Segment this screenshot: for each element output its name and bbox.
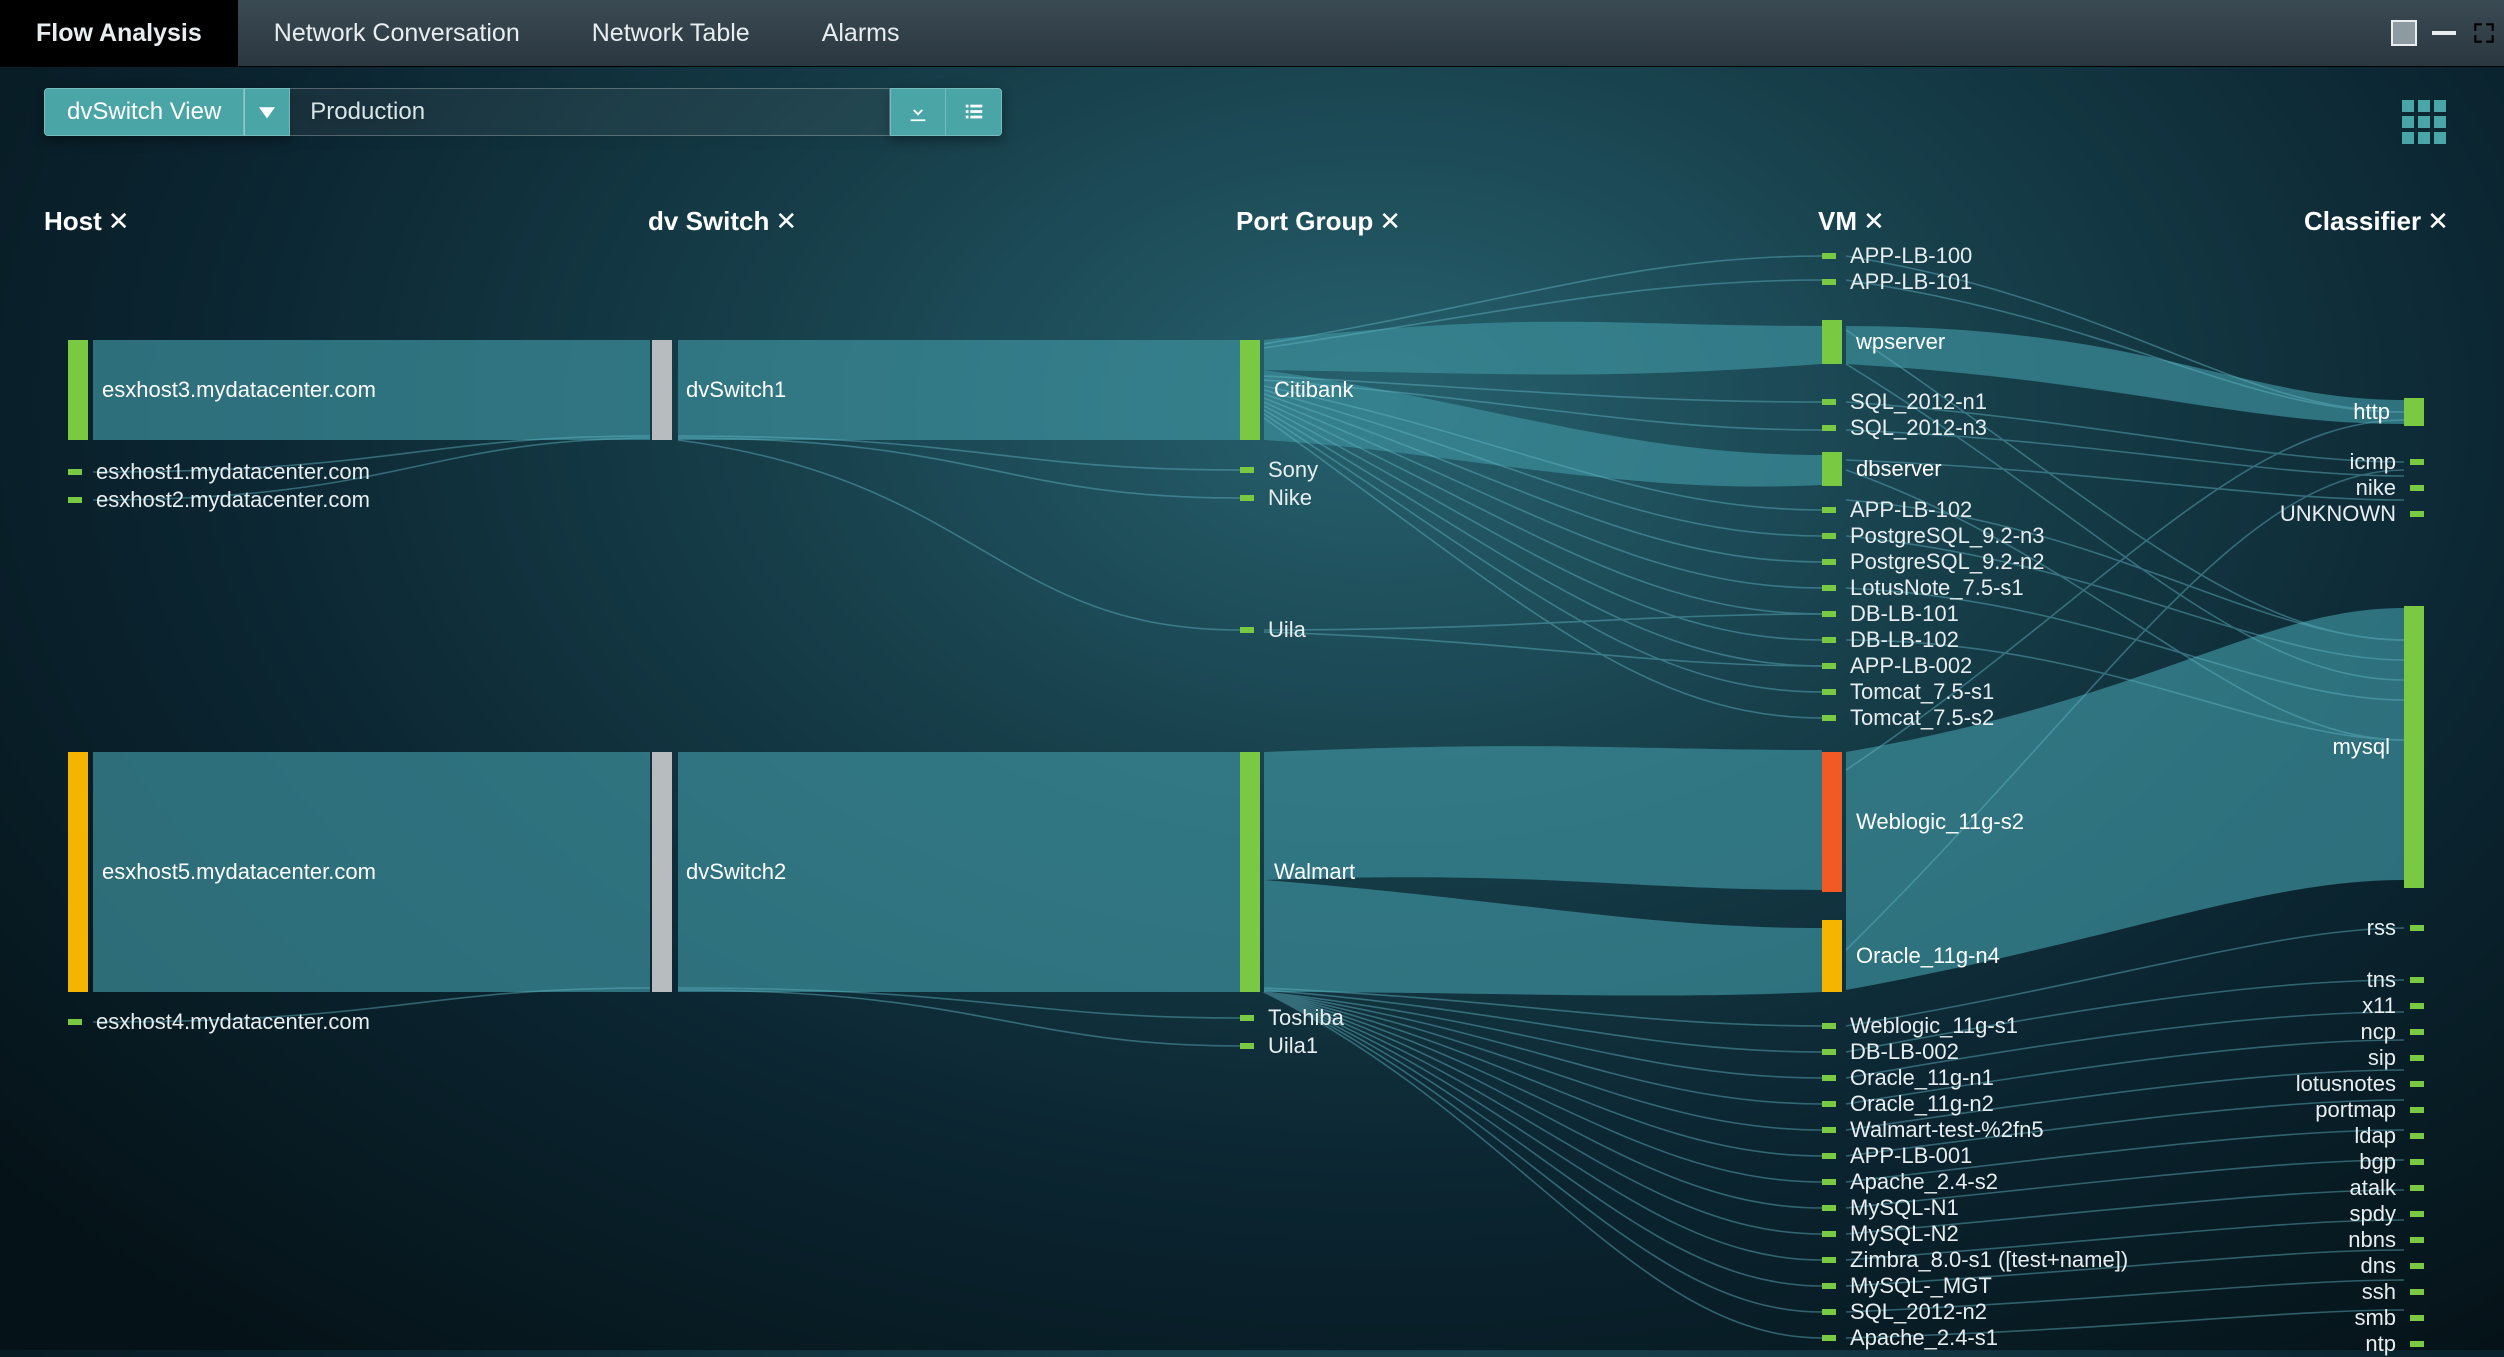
- classifier-node[interactable]: ssh: [2264, 1288, 2424, 1296]
- vm-node[interactable]: Zimbra_8.0-s1 ([test+name]): [1822, 1256, 2128, 1264]
- classifier-node[interactable]: ntp: [2264, 1340, 2424, 1348]
- sankey-links: [0, 0, 2504, 1350]
- classifier-node[interactable]: lotusnotes: [2264, 1080, 2424, 1088]
- list-view-button[interactable]: [946, 88, 1002, 136]
- column-header-vm[interactable]: VM✕: [1818, 206, 1885, 237]
- classifier-node[interactable]: x11: [2264, 1002, 2424, 1010]
- host-node[interactable]: esxhost5.mydatacenter.com: [68, 752, 376, 992]
- toolbar: dvSwitch View Production: [44, 88, 1002, 136]
- classifier-node[interactable]: http: [2264, 398, 2424, 426]
- tab-network-table[interactable]: Network Table: [556, 0, 786, 66]
- vm-node[interactable]: APP-LB-101: [1822, 278, 1972, 286]
- vm-node[interactable]: dbserver: [1822, 452, 1942, 486]
- vm-node[interactable]: Tomcat_7.5-s1: [1822, 688, 1994, 696]
- window-minimize-icon[interactable]: [2424, 0, 2464, 66]
- vm-node[interactable]: APP-LB-001: [1822, 1152, 1972, 1160]
- classifier-node[interactable]: mysql: [2264, 606, 2424, 888]
- vm-node[interactable]: Walmart-test-%2fn5: [1822, 1126, 2044, 1134]
- window-stop-icon[interactable]: [2384, 0, 2424, 66]
- view-mode-caret[interactable]: [244, 88, 290, 136]
- portgroup-node[interactable]: Walmart: [1240, 752, 1355, 992]
- app-grid-icon[interactable]: [2402, 100, 2446, 144]
- portgroup-node[interactable]: Sony: [1240, 466, 1318, 474]
- classifier-node[interactable]: atalk: [2264, 1184, 2424, 1192]
- portgroup-node[interactable]: Citibank: [1240, 340, 1353, 440]
- dvswitch-node[interactable]: dvSwitch1: [652, 340, 786, 440]
- classifier-node[interactable]: sip: [2264, 1054, 2424, 1062]
- vm-node[interactable]: Weblogic_11g-s1: [1822, 1022, 2018, 1030]
- vm-node[interactable]: MySQL-N1: [1822, 1204, 1959, 1212]
- tab-flow-analysis[interactable]: Flow Analysis: [0, 0, 238, 66]
- dvswitch-node[interactable]: dvSwitch2: [652, 752, 786, 992]
- vm-node[interactable]: Oracle_11g-n4: [1822, 920, 2000, 992]
- view-mode-label: dvSwitch View: [67, 98, 221, 126]
- classifier-node[interactable]: nbns: [2264, 1236, 2424, 1244]
- vm-node[interactable]: wpserver: [1822, 320, 1945, 364]
- vm-node[interactable]: APP-LB-002: [1822, 662, 1972, 670]
- vm-node[interactable]: PostgreSQL_9.2-n2: [1822, 558, 2044, 566]
- vm-node[interactable]: Apache_2.4-s1: [1822, 1334, 1998, 1342]
- top-nav: Flow Analysis Network Conversation Netwo…: [0, 0, 2504, 67]
- classifier-node[interactable]: dns: [2264, 1262, 2424, 1270]
- vm-node[interactable]: Oracle_11g-n1: [1822, 1074, 1994, 1082]
- vm-node[interactable]: MySQL-N2: [1822, 1230, 1959, 1238]
- vm-node[interactable]: Oracle_11g-n2: [1822, 1100, 1994, 1108]
- view-mode-dropdown[interactable]: dvSwitch View: [44, 88, 244, 136]
- location-input[interactable]: Production: [290, 88, 890, 136]
- host-node[interactable]: esxhost4.mydatacenter.com: [68, 1018, 370, 1026]
- classifier-node[interactable]: portmap: [2264, 1106, 2424, 1114]
- vm-node[interactable]: MySQL-_MGT: [1822, 1282, 1992, 1290]
- tab-network-conversation[interactable]: Network Conversation: [238, 0, 556, 66]
- vm-node[interactable]: APP-LB-102: [1822, 506, 1972, 514]
- host-node[interactable]: esxhost1.mydatacenter.com: [68, 468, 370, 476]
- classifier-node[interactable]: rss: [2264, 924, 2424, 932]
- vm-node[interactable]: Tomcat_7.5-s2: [1822, 714, 1994, 722]
- vm-node[interactable]: DB-LB-102: [1822, 636, 1959, 644]
- tab-alarms[interactable]: Alarms: [786, 0, 936, 66]
- vm-node[interactable]: APP-LB-100: [1822, 252, 1972, 260]
- column-header-portgroup[interactable]: Port Group✕: [1236, 206, 1401, 237]
- vm-node[interactable]: DB-LB-002: [1822, 1048, 1959, 1056]
- classifier-node[interactable]: smb: [2264, 1314, 2424, 1322]
- column-header-classifier[interactable]: Classifier✕: [2304, 206, 2449, 237]
- column-header-host[interactable]: Host✕: [44, 206, 130, 237]
- portgroup-node[interactable]: Nike: [1240, 494, 1312, 502]
- download-button[interactable]: [890, 88, 946, 136]
- location-value: Production: [310, 98, 425, 126]
- window-fullscreen-icon[interactable]: [2464, 0, 2504, 66]
- portgroup-node[interactable]: Uila: [1240, 626, 1306, 634]
- vm-node[interactable]: Apache_2.4-s2: [1822, 1178, 1998, 1186]
- vm-node[interactable]: Weblogic_11g-s2: [1822, 752, 2024, 892]
- vm-node[interactable]: LotusNote_7.5-s1: [1822, 584, 2024, 592]
- classifier-node[interactable]: tns: [2264, 976, 2424, 984]
- vm-node[interactable]: PostgreSQL_9.2-n3: [1822, 532, 2044, 540]
- vm-node[interactable]: SQL_2012-n3: [1822, 424, 1987, 432]
- portgroup-node[interactable]: Uila1: [1240, 1042, 1318, 1050]
- vm-node[interactable]: SQL_2012-n2: [1822, 1308, 1987, 1316]
- classifier-node[interactable]: ncp: [2264, 1028, 2424, 1036]
- classifier-node[interactable]: UNKNOWN: [2264, 510, 2424, 518]
- vm-node[interactable]: DB-LB-101: [1822, 610, 1959, 618]
- classifier-node[interactable]: spdy: [2264, 1210, 2424, 1218]
- classifier-node[interactable]: ldap: [2264, 1132, 2424, 1140]
- host-node[interactable]: esxhost2.mydatacenter.com: [68, 496, 370, 504]
- vm-node[interactable]: SQL_2012-n1: [1822, 398, 1987, 406]
- classifier-node[interactable]: icmp: [2264, 458, 2424, 466]
- host-node[interactable]: esxhost3.mydatacenter.com: [68, 340, 376, 440]
- portgroup-node[interactable]: Toshiba: [1240, 1014, 1344, 1022]
- classifier-node[interactable]: bgp: [2264, 1158, 2424, 1166]
- column-header-dvswitch[interactable]: dv Switch✕: [648, 206, 797, 237]
- classifier-node[interactable]: nike: [2264, 484, 2424, 492]
